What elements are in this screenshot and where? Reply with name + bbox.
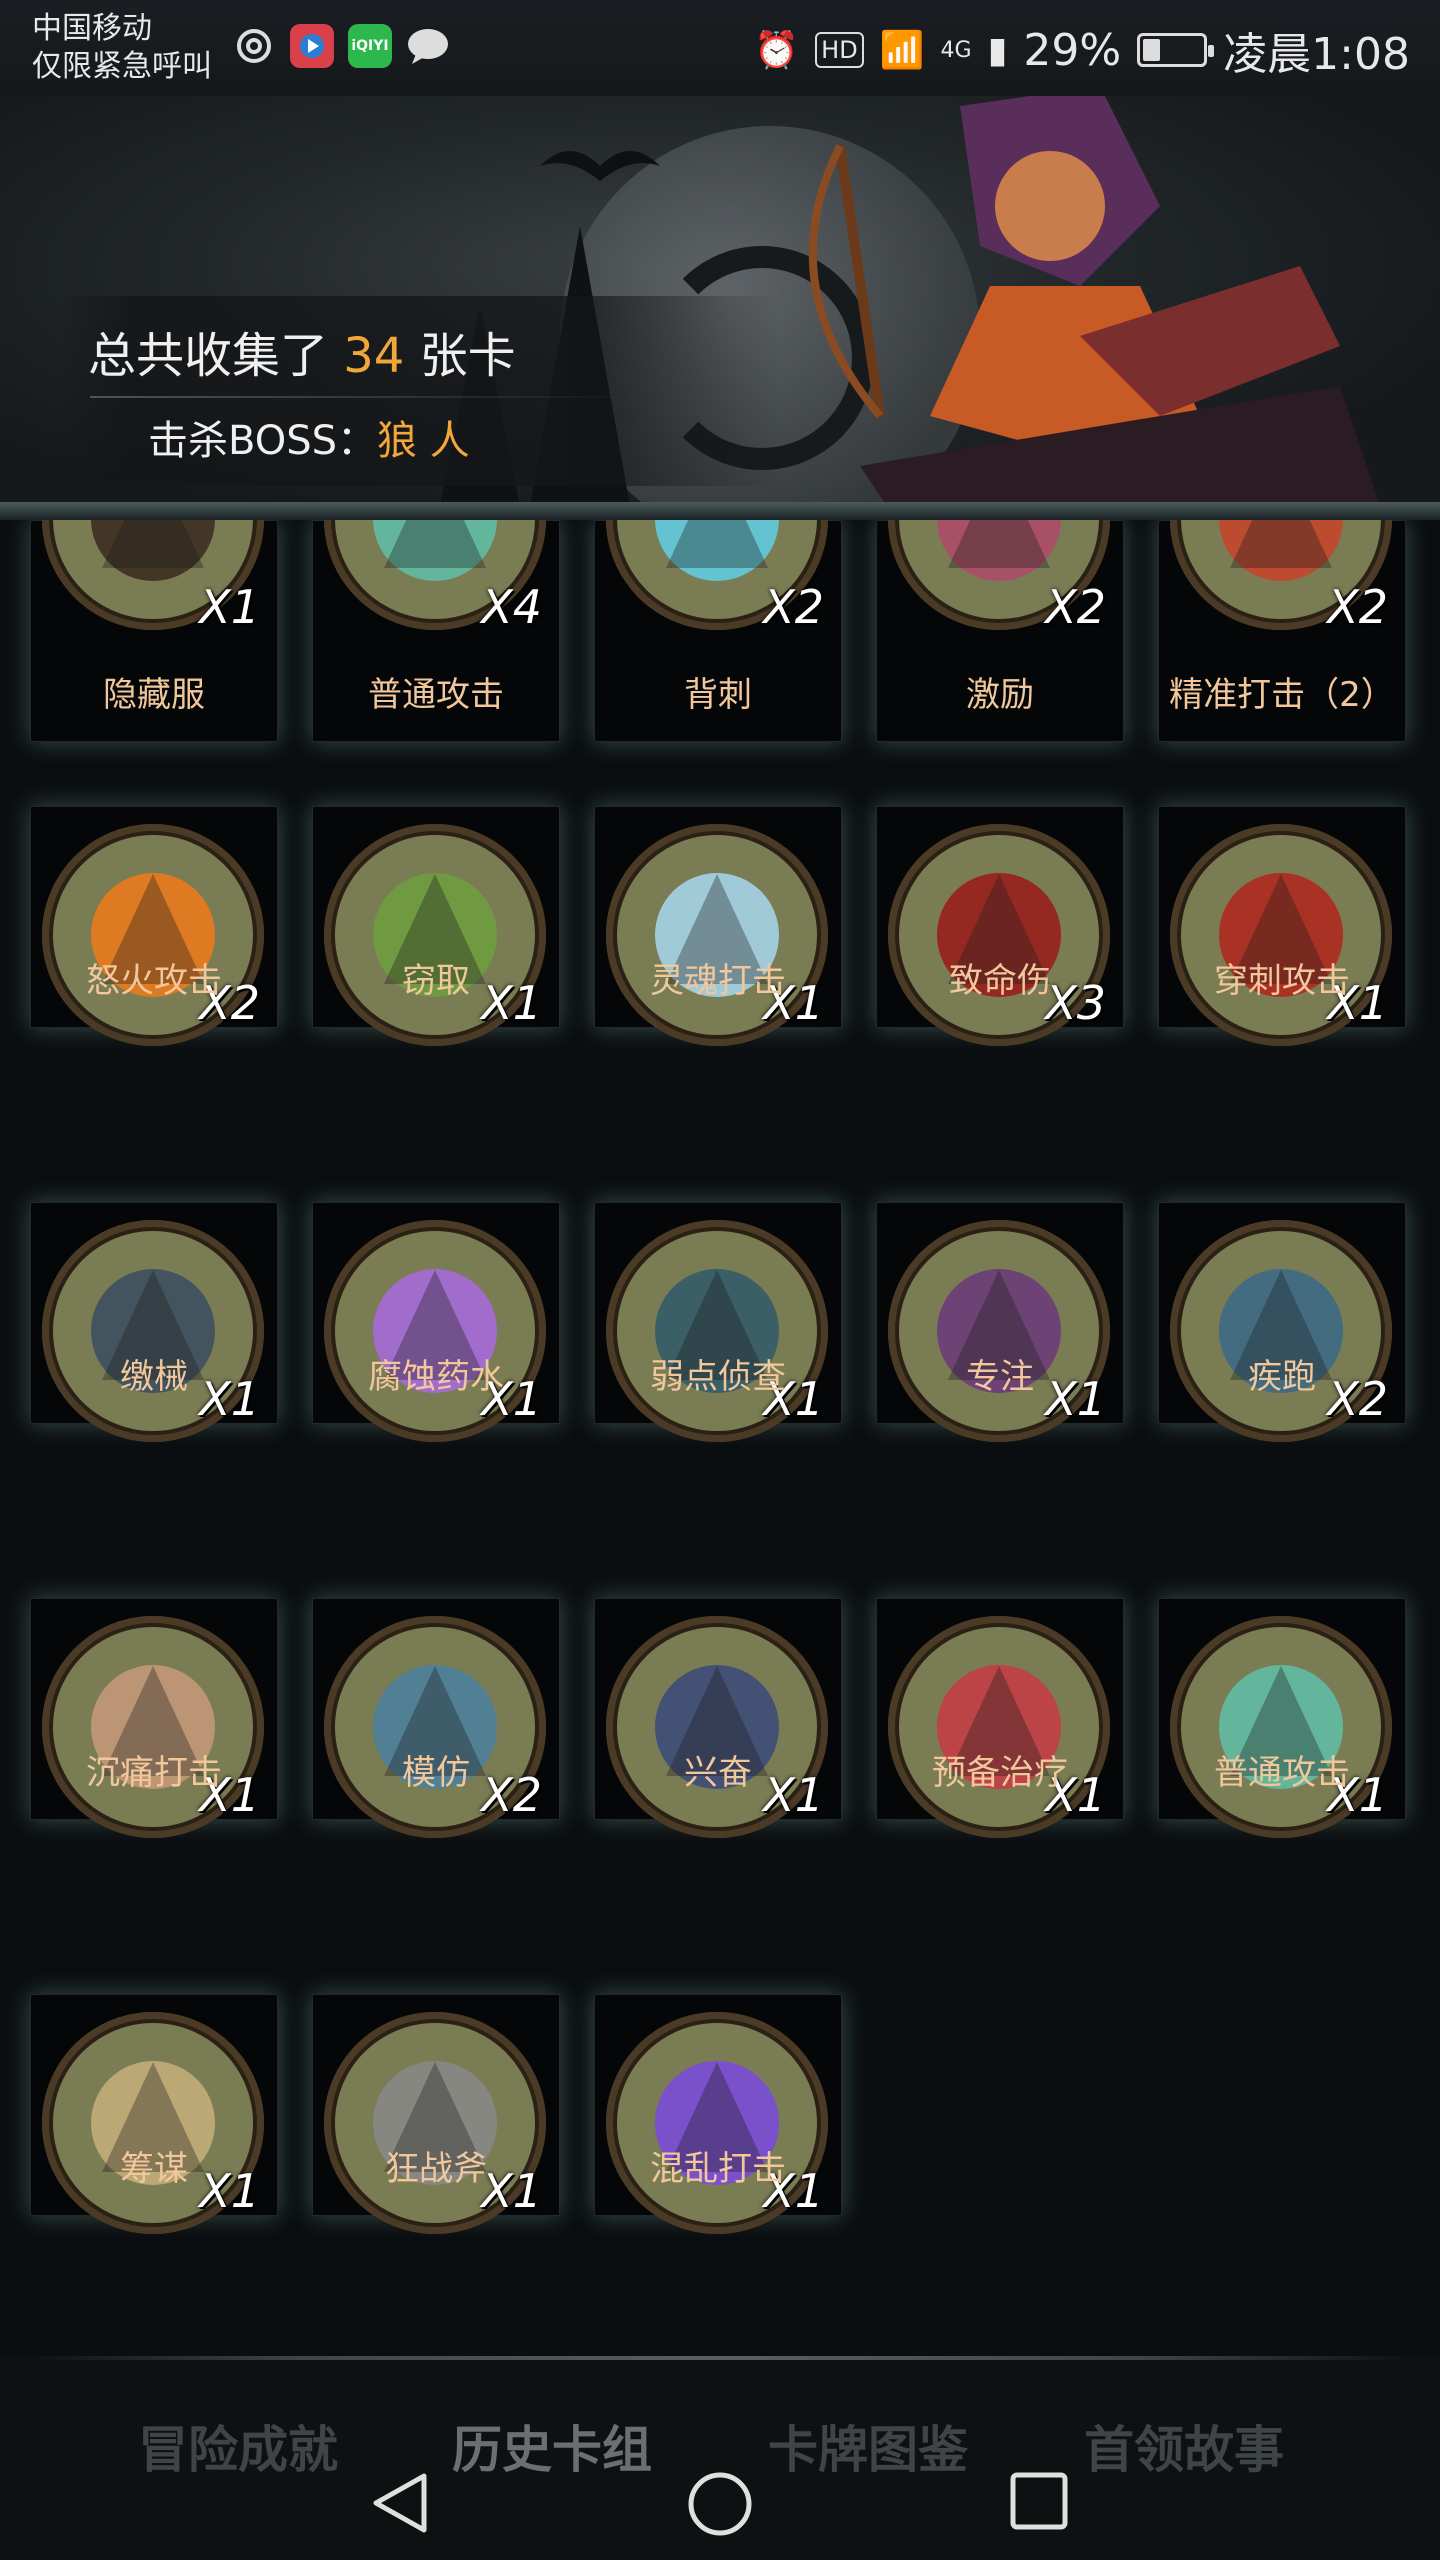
card-name: 普通攻击: [1214, 1753, 1350, 1793]
clock: 凌晨1:08: [1223, 29, 1410, 80]
card-item[interactable]: X1 弱点侦查: [594, 1202, 842, 1442]
collected-cards-summary: 总共收集了 34 张卡: [88, 316, 516, 386]
recents-square-icon[interactable]: [1008, 2470, 1070, 2532]
boss-label: 击杀BOSS：: [148, 418, 378, 464]
card-name: 弱点侦查: [650, 1357, 786, 1397]
card-name: 专注: [966, 1357, 1034, 1397]
tab-boss-stories[interactable]: 首领故事: [1084, 2410, 1284, 2482]
card-item[interactable]: X1 筹谋: [30, 1994, 278, 2234]
chat-icon: [406, 24, 450, 68]
card-name: 穿刺攻击: [1214, 961, 1350, 1001]
bat-icon: [540, 151, 660, 181]
card-item[interactable]: X2 背刺: [594, 520, 842, 742]
card-item[interactable]: X1 专注: [876, 1202, 1124, 1442]
card-name: 模仿: [402, 1753, 470, 1793]
card-count: X2: [763, 580, 824, 634]
home-circle-icon[interactable]: [686, 2470, 754, 2538]
card-name: 沉痛打击: [86, 1753, 222, 1793]
battery-fill: [1143, 39, 1160, 61]
card-item[interactable]: X1 沉痛打击: [30, 1598, 278, 1838]
collected-suffix: 张卡: [404, 328, 516, 384]
notification-icons: iQIYI: [232, 24, 450, 68]
network-type-label: 4G: [940, 37, 972, 63]
card-item[interactable]: X1 腐蚀药水: [312, 1202, 560, 1442]
boss-kill-summary: 击杀BOSS：狼 人: [148, 408, 470, 466]
card-count: X2: [1045, 580, 1106, 634]
card-item[interactable]: X2 激励: [876, 520, 1124, 742]
carrier-info: 中国移动 仅限紧急呼叫: [32, 10, 212, 86]
card-name: 精准打击（2）: [1169, 675, 1395, 715]
banner-frame-edge: [0, 502, 1440, 520]
card-item[interactable]: X1 穿刺攻击: [1158, 806, 1406, 1046]
status-bar: 中国移动 仅限紧急呼叫 iQIYI ⏰ HD 📶 4G ▮ 29% 凌晨1:08: [0, 0, 1440, 96]
header-banner: 总共收集了 34 张卡 击杀BOSS：狼 人: [0, 96, 1440, 520]
collected-count: 34: [343, 328, 405, 384]
card-item[interactable]: X2 疾跑: [1158, 1202, 1406, 1442]
iqiyi-icon: iQIYI: [348, 24, 392, 68]
card-count: X1: [199, 580, 260, 634]
tab-card-gallery[interactable]: 卡牌图鉴: [768, 2410, 968, 2482]
battery-icon: [1137, 33, 1215, 67]
collected-prefix: 总共收集了: [88, 328, 344, 384]
netease-icon: [232, 24, 276, 68]
card-item[interactable]: X2 怒火攻击: [30, 806, 278, 1046]
tab-history-deck[interactable]: 历史卡组: [452, 2410, 652, 2482]
card-name: 疾跑: [1248, 1357, 1316, 1397]
card-name: 窃取: [402, 961, 470, 1001]
card-item[interactable]: X1 兴奋: [594, 1598, 842, 1838]
system-indicators: ⏰ HD 📶 4G ▮ 29% 凌晨1:08: [754, 18, 1410, 82]
card-count: X4: [481, 580, 542, 634]
battery-percent: 29%: [1023, 24, 1122, 76]
card-name: 灵魂打击: [650, 961, 786, 1001]
boss-name: 狼 人: [377, 418, 470, 464]
card-name: 隐藏服: [103, 675, 205, 715]
card-name: 背刺: [684, 675, 752, 715]
video-app-icon: [290, 24, 334, 68]
card-item[interactable]: X1 缴械: [30, 1202, 278, 1442]
alarm-icon: ⏰: [754, 30, 800, 71]
card-name: 缴械: [120, 1357, 188, 1397]
card-item[interactable]: X3 致命伤: [876, 806, 1124, 1046]
card-item[interactable]: X1 灵魂打击: [594, 806, 842, 1046]
card-item[interactable]: X2 模仿: [312, 1598, 560, 1838]
card-name: 混乱打击: [650, 2149, 786, 2189]
carrier-status: 仅限紧急呼叫: [32, 49, 212, 84]
card-item[interactable]: X1 窃取: [312, 806, 560, 1046]
card-item[interactable]: X1 预备治疗: [876, 1598, 1124, 1838]
tab-adventure-achievements[interactable]: 冒险成就: [138, 2410, 338, 2482]
card-item[interactable]: X1 混乱打击: [594, 1994, 842, 2234]
card-item[interactable]: X2 精准打击（2）: [1158, 520, 1406, 742]
card-count: X2: [1327, 580, 1388, 634]
card-name: 预备治疗: [932, 1753, 1068, 1793]
card-item[interactable]: X4 普通攻击: [312, 520, 560, 742]
card-name: 激励: [966, 675, 1034, 715]
archer-hero-illustration: [808, 96, 1380, 520]
card-name: 兴奋: [684, 1753, 752, 1793]
wifi-icon: 📶: [879, 30, 925, 71]
card-name: 筹谋: [120, 2149, 188, 2189]
signal-icon: ▮: [987, 29, 1008, 71]
hd-icon: HD: [815, 32, 864, 68]
card-item[interactable]: X1 隐藏服: [30, 520, 278, 742]
card-name: 怒火攻击: [86, 961, 222, 1001]
card-name: 普通攻击: [368, 675, 504, 715]
card-item[interactable]: X1 普通攻击: [1158, 1598, 1406, 1838]
tab-bar-divider: [30, 2356, 1410, 2360]
carrier-name: 中国移动: [32, 11, 152, 46]
back-triangle-icon[interactable]: [368, 2470, 434, 2536]
card-name: 腐蚀药水: [368, 1357, 504, 1397]
stats-divider: [90, 396, 650, 398]
card-name: 狂战斧: [385, 2149, 487, 2189]
card-name: 致命伤: [949, 961, 1051, 1001]
card-item[interactable]: X1 狂战斧: [312, 1994, 560, 2234]
card-grid[interactable]: X1 隐藏服 X4 普通攻击 X2 背刺 X2 激励 X2 精准打击（2） X2 怒火攻击 X1 窃取 X1…: [0, 520, 1440, 2360]
